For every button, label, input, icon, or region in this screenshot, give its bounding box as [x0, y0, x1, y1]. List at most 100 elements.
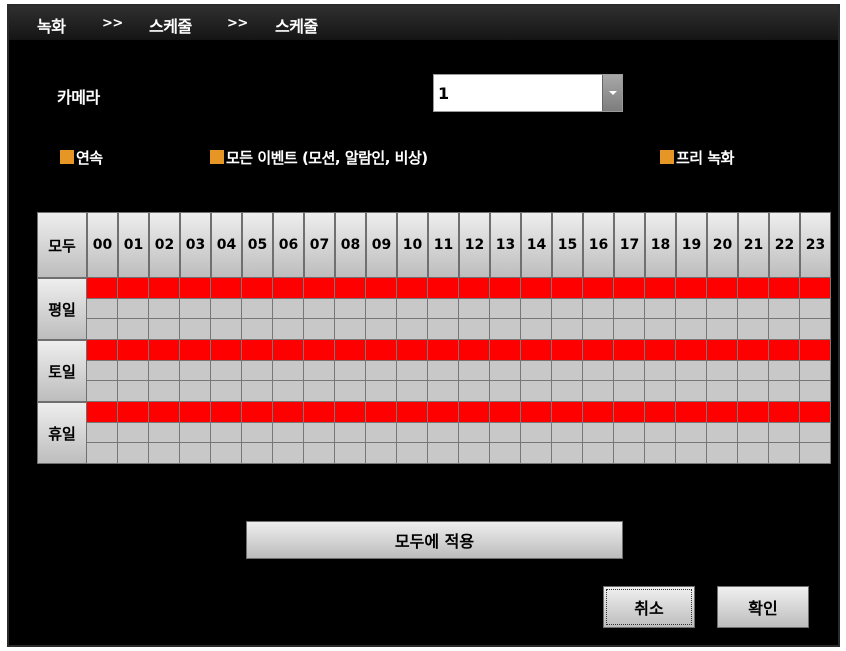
- schedule-slot[interactable]: [366, 381, 397, 402]
- schedule-slot[interactable]: [800, 443, 831, 464]
- schedule-slot[interactable]: [273, 381, 304, 402]
- schedule-slot[interactable]: [769, 278, 800, 299]
- day-button-1[interactable]: 토일: [37, 340, 87, 402]
- schedule-slot[interactable]: [180, 278, 211, 299]
- schedule-slot[interactable]: [273, 319, 304, 340]
- schedule-slot[interactable]: [800, 319, 831, 340]
- schedule-slot[interactable]: [118, 422, 149, 444]
- schedule-slot[interactable]: [118, 381, 149, 402]
- hour-button-10[interactable]: 10: [397, 212, 428, 278]
- schedule-slot[interactable]: [87, 298, 118, 320]
- schedule-slot[interactable]: [645, 443, 676, 464]
- schedule-slot[interactable]: [397, 443, 428, 464]
- schedule-slot[interactable]: [273, 340, 304, 361]
- schedule-slot[interactable]: [242, 298, 273, 320]
- schedule-slot[interactable]: [800, 381, 831, 402]
- schedule-slot[interactable]: [149, 319, 180, 340]
- schedule-slot[interactable]: [769, 381, 800, 402]
- hour-button-03[interactable]: 03: [180, 212, 211, 278]
- schedule-slot[interactable]: [211, 381, 242, 402]
- hour-button-20[interactable]: 20: [707, 212, 738, 278]
- schedule-slot[interactable]: [242, 443, 273, 464]
- schedule-slot[interactable]: [366, 360, 397, 382]
- schedule-slot[interactable]: [459, 319, 490, 340]
- schedule-slot[interactable]: [335, 443, 366, 464]
- schedule-slot[interactable]: [366, 443, 397, 464]
- schedule-slot[interactable]: [614, 319, 645, 340]
- schedule-slot[interactable]: [242, 319, 273, 340]
- schedule-slot[interactable]: [645, 319, 676, 340]
- schedule-slot[interactable]: [769, 443, 800, 464]
- schedule-slot[interactable]: [87, 422, 118, 444]
- schedule-slot[interactable]: [211, 298, 242, 320]
- schedule-slot[interactable]: [676, 422, 707, 444]
- schedule-slot[interactable]: [552, 402, 583, 423]
- schedule-slot[interactable]: [614, 340, 645, 361]
- schedule-slot[interactable]: [738, 319, 769, 340]
- schedule-slot[interactable]: [738, 381, 769, 402]
- schedule-slot[interactable]: [397, 381, 428, 402]
- schedule-slot[interactable]: [521, 381, 552, 402]
- schedule-slot[interactable]: [366, 278, 397, 299]
- schedule-slot[interactable]: [180, 402, 211, 423]
- hour-button-08[interactable]: 08: [335, 212, 366, 278]
- schedule-slot[interactable]: [335, 422, 366, 444]
- schedule-slot[interactable]: [211, 278, 242, 299]
- schedule-slot[interactable]: [273, 443, 304, 464]
- schedule-slot[interactable]: [738, 402, 769, 423]
- schedule-slot[interactable]: [87, 278, 118, 299]
- schedule-slot[interactable]: [211, 319, 242, 340]
- schedule-slot[interactable]: [800, 278, 831, 299]
- schedule-slot[interactable]: [552, 422, 583, 444]
- schedule-slot[interactable]: [459, 402, 490, 423]
- schedule-slot[interactable]: [490, 422, 521, 444]
- schedule-slot[interactable]: [118, 298, 149, 320]
- schedule-slot[interactable]: [304, 319, 335, 340]
- schedule-slot[interactable]: [490, 319, 521, 340]
- schedule-slot[interactable]: [242, 278, 273, 299]
- select-all-button[interactable]: 모두: [37, 212, 87, 278]
- schedule-slot[interactable]: [335, 298, 366, 320]
- schedule-slot[interactable]: [707, 422, 738, 444]
- schedule-slot[interactable]: [552, 298, 583, 320]
- schedule-slot[interactable]: [397, 298, 428, 320]
- schedule-slot[interactable]: [459, 298, 490, 320]
- schedule-slot[interactable]: [335, 319, 366, 340]
- schedule-slot[interactable]: [428, 443, 459, 464]
- hour-button-21[interactable]: 21: [738, 212, 769, 278]
- schedule-slot[interactable]: [397, 340, 428, 361]
- schedule-slot[interactable]: [738, 340, 769, 361]
- schedule-slot[interactable]: [490, 278, 521, 299]
- hour-button-07[interactable]: 07: [304, 212, 335, 278]
- schedule-slot[interactable]: [459, 422, 490, 444]
- hour-button-22[interactable]: 22: [769, 212, 800, 278]
- schedule-slot[interactable]: [273, 298, 304, 320]
- schedule-slot[interactable]: [707, 443, 738, 464]
- schedule-slot[interactable]: [707, 319, 738, 340]
- schedule-slot[interactable]: [180, 298, 211, 320]
- schedule-slot[interactable]: [273, 278, 304, 299]
- hour-button-04[interactable]: 04: [211, 212, 242, 278]
- schedule-slot[interactable]: [614, 402, 645, 423]
- hour-button-23[interactable]: 23: [800, 212, 831, 278]
- schedule-slot[interactable]: [645, 340, 676, 361]
- schedule-slot[interactable]: [87, 402, 118, 423]
- schedule-slot[interactable]: [707, 402, 738, 423]
- schedule-slot[interactable]: [459, 360, 490, 382]
- schedule-slot[interactable]: [552, 381, 583, 402]
- schedule-slot[interactable]: [738, 443, 769, 464]
- schedule-slot[interactable]: [304, 402, 335, 423]
- schedule-slot[interactable]: [490, 360, 521, 382]
- hour-button-11[interactable]: 11: [428, 212, 459, 278]
- schedule-slot[interactable]: [614, 381, 645, 402]
- schedule-slot[interactable]: [614, 278, 645, 299]
- schedule-slot[interactable]: [149, 443, 180, 464]
- schedule-slot[interactable]: [459, 340, 490, 361]
- schedule-slot[interactable]: [180, 319, 211, 340]
- schedule-slot[interactable]: [800, 422, 831, 444]
- schedule-slot[interactable]: [738, 298, 769, 320]
- schedule-slot[interactable]: [118, 319, 149, 340]
- schedule-slot[interactable]: [521, 298, 552, 320]
- schedule-slot[interactable]: [211, 360, 242, 382]
- apply-all-button[interactable]: 모두에 적용: [246, 521, 623, 559]
